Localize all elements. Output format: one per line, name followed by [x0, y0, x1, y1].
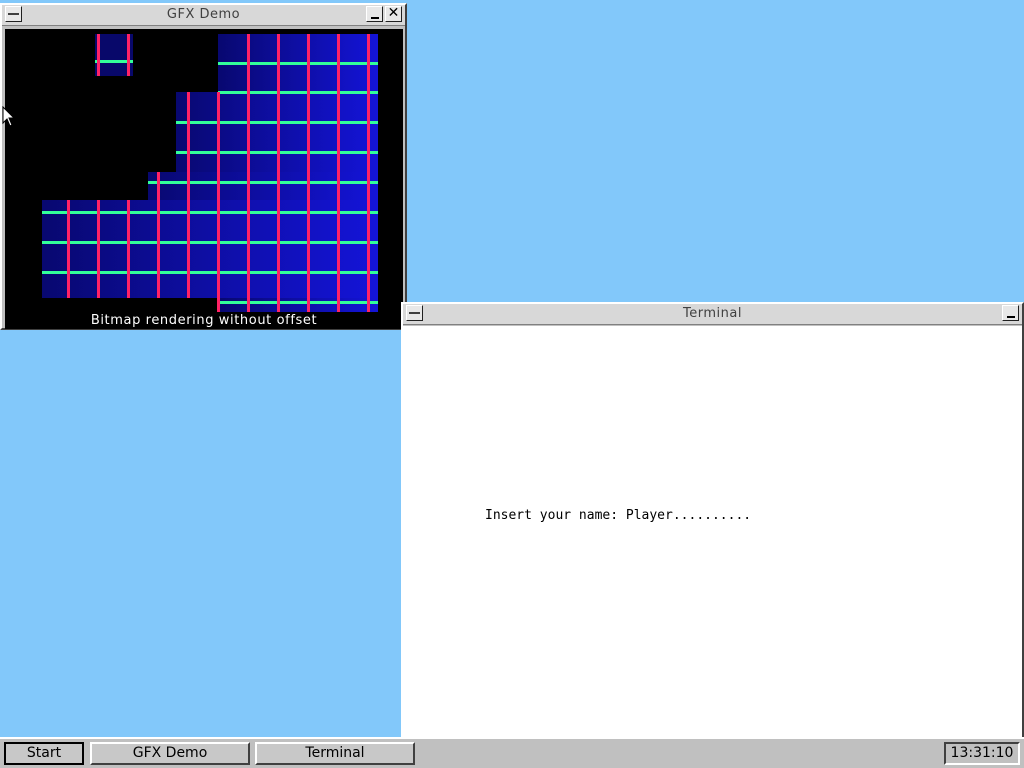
bitmap-tile [218, 298, 378, 312]
close-icon[interactable]: ✕ [385, 6, 402, 22]
terminal-titlebar[interactable]: Terminal [403, 304, 1022, 325]
bitmap-render [42, 34, 378, 312]
window-title: GFX Demo [166, 7, 241, 22]
taskbar-item-gfx-demo[interactable]: GFX Demo [90, 742, 250, 765]
horizontal-line [218, 62, 378, 65]
taskbar-item-terminal[interactable]: Terminal [255, 742, 415, 765]
vertical-line [157, 172, 160, 298]
horizontal-line [148, 181, 378, 184]
gfx-demo-titlebar[interactable]: GFX Demo ✕ [2, 5, 405, 26]
gfx-canvas: Bitmap rendering without offset [5, 29, 403, 329]
minimize-icon[interactable] [1002, 305, 1019, 321]
window-title: Terminal [683, 306, 742, 321]
window-menu-icon[interactable] [406, 305, 423, 321]
start-button[interactable]: Start [4, 742, 84, 765]
vertical-line [307, 34, 310, 312]
mouse-pointer-icon [2, 106, 16, 127]
bitmap-tile [148, 172, 378, 200]
vertical-line [187, 92, 190, 298]
vertical-line [367, 34, 370, 312]
gfx-demo-window: GFX Demo ✕ Bitmap rendering without offs… [0, 3, 407, 330]
horizontal-line [42, 241, 378, 244]
horizontal-line [218, 301, 378, 304]
terminal-prompt-line: Insert your name: Player.......... [485, 508, 752, 523]
terminal-window: Terminal Insert your name: Player.......… [401, 302, 1024, 740]
horizontal-line [42, 271, 378, 274]
gfx-caption: Bitmap rendering without offset [90, 313, 318, 328]
taskbar-clock: 13:31:10 [944, 742, 1020, 765]
vertical-line [247, 34, 250, 312]
bitmap-tile [42, 200, 378, 298]
horizontal-line [218, 91, 378, 94]
vertical-line [67, 200, 70, 298]
vertical-line [97, 34, 100, 76]
window-menu-icon[interactable] [5, 6, 22, 22]
bitmap-tiles [42, 34, 378, 312]
vertical-line [127, 200, 130, 298]
minimize-icon[interactable] [366, 6, 383, 22]
vertical-line [277, 34, 280, 312]
terminal-body[interactable]: Insert your name: Player.......... [403, 326, 1022, 738]
vertical-line [97, 200, 100, 298]
taskbar: Start GFX Demo Terminal 13:31:10 [0, 737, 1024, 768]
vertical-line [217, 92, 220, 312]
vertical-line [127, 34, 130, 76]
vertical-line [337, 34, 340, 312]
horizontal-line [42, 211, 378, 214]
